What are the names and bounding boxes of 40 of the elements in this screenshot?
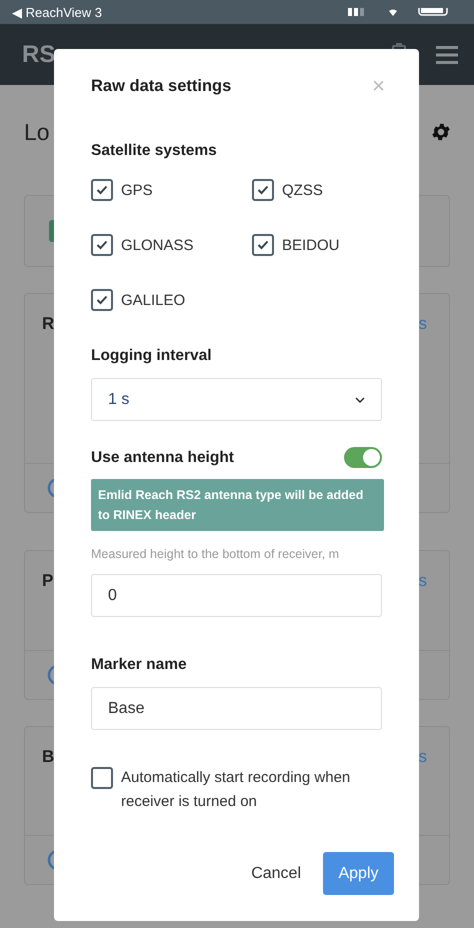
input-field[interactable]: Base <box>91 687 382 730</box>
checkbox[interactable] <box>91 234 113 256</box>
checkbox-label: Automatically start recording when receiver is turned on <box>121 768 352 812</box>
chevron-icon <box>355 396 365 402</box>
checkbox-label: GLONASS <box>121 236 194 254</box>
cancel-button[interactable]: Cancel <box>245 852 307 895</box>
checkbox[interactable] <box>91 767 113 789</box>
checkmark-icon <box>257 240 269 250</box>
checkbox-label: GALILEO <box>121 292 186 308</box>
section-label: Use antenna height <box>91 448 234 466</box>
interval-select[interactable]: 1 s <box>91 378 382 421</box>
info-banner: Emlid Reach RS2 antenna type will be added to RINEX header <box>91 479 384 531</box>
card-title: R <box>42 314 54 334</box>
section-label: Logging interval <box>91 347 213 365</box>
back-link[interactable]: ◀ ReachView 3 <box>12 4 102 20</box>
checkbox[interactable] <box>91 179 113 201</box>
battery-icon <box>418 8 450 16</box>
checkbox-label: GPS <box>121 182 153 198</box>
checkmark-icon <box>257 185 269 195</box>
checkmark-icon <box>96 185 108 195</box>
settings-icon[interactable] <box>430 121 452 143</box>
checkmark-icon <box>96 240 108 250</box>
field-hint: Measured height to the bottom of receiver, m <box>91 547 340 561</box>
checkbox-label: QZSS <box>282 182 323 198</box>
toggle-switch[interactable] <box>344 447 382 468</box>
checkbox[interactable] <box>252 179 274 201</box>
card-title: B <box>42 747 54 767</box>
card-title: P <box>42 571 54 591</box>
checkbox-label: BEIDOU <box>282 236 340 254</box>
menu-icon[interactable] <box>436 46 458 64</box>
checkbox[interactable] <box>252 234 274 256</box>
section-label: Marker name <box>91 656 188 674</box>
wifi-icon <box>386 8 400 16</box>
checkmark-icon <box>96 295 108 305</box>
page-title: Lo <box>24 118 50 146</box>
input-field[interactable]: 0 <box>91 574 382 617</box>
checkbox[interactable] <box>91 289 113 311</box>
dialog-title: Raw data settings <box>91 76 232 96</box>
section-label: Satellite systems <box>91 142 218 160</box>
device-name: RS <box>22 40 56 68</box>
